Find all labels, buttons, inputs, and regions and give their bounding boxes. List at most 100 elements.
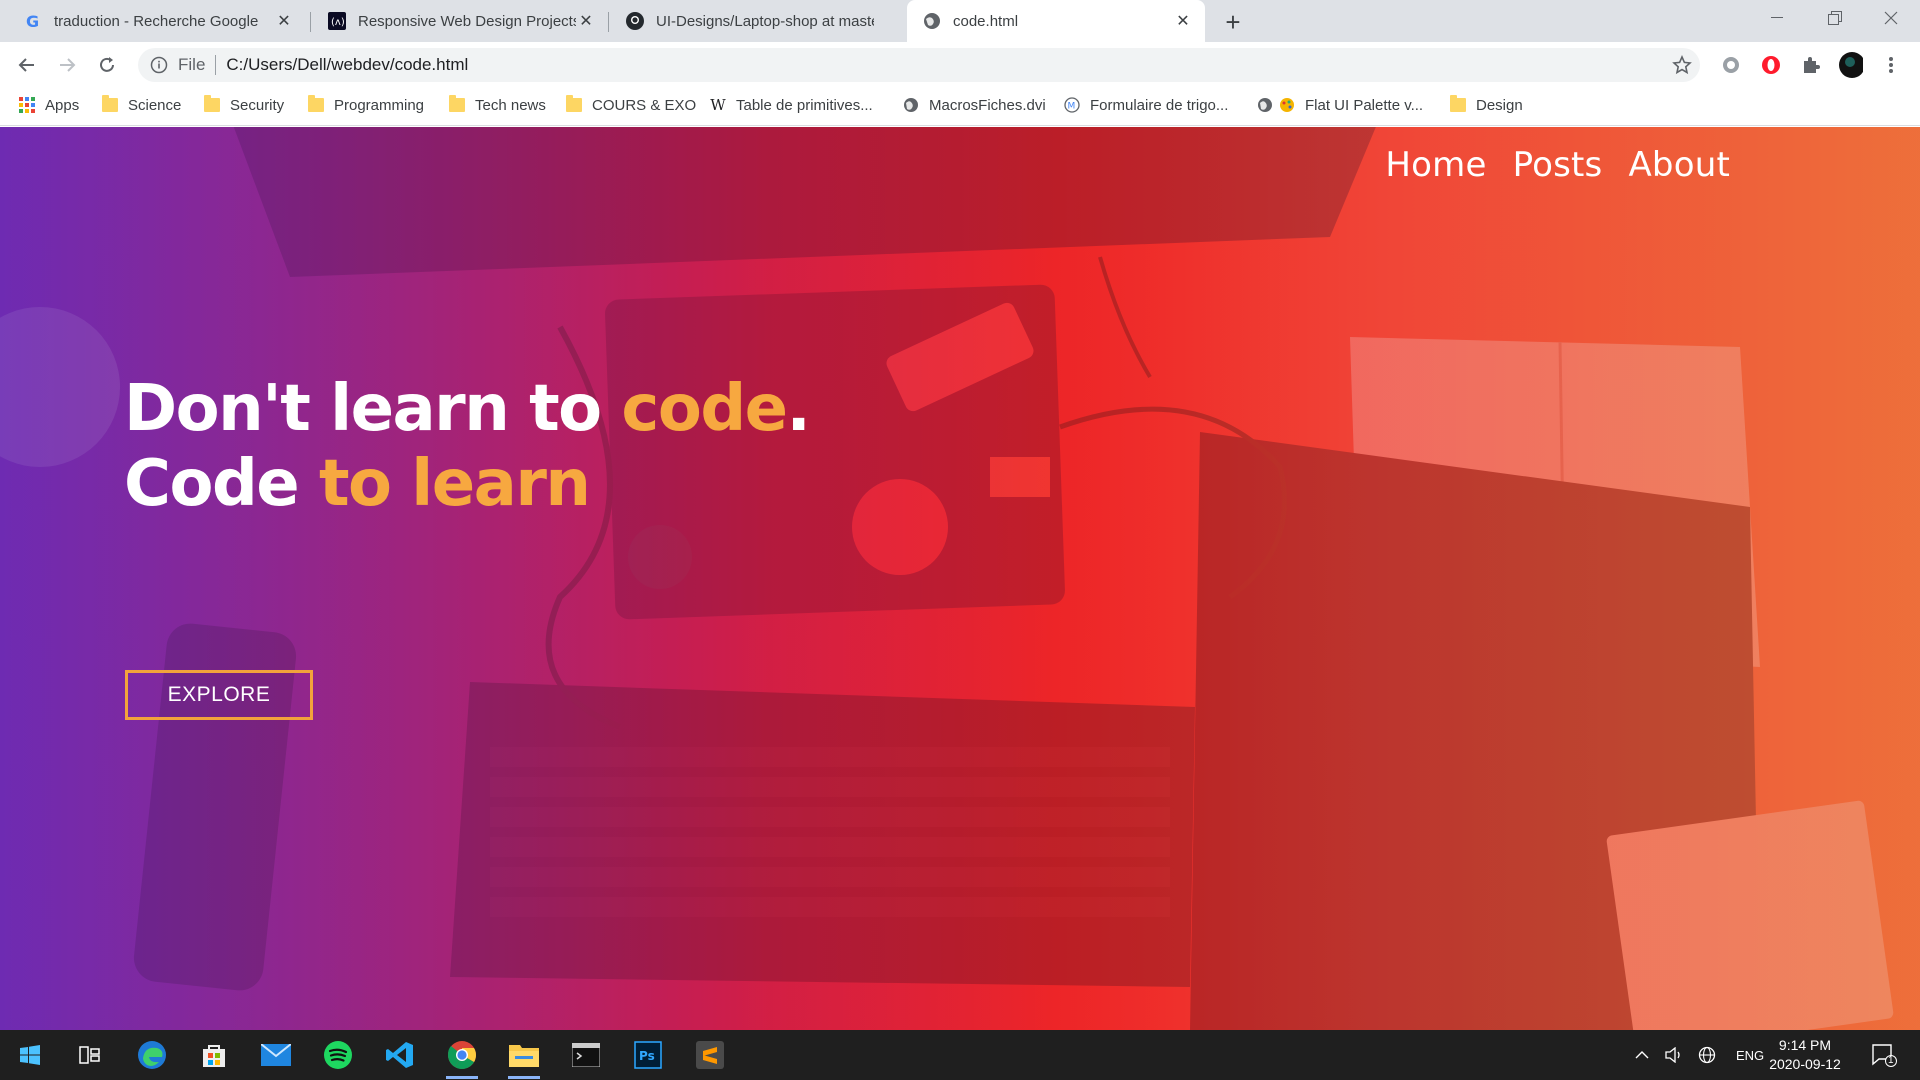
gradient-overlay: [0, 127, 1920, 1030]
tab-github[interactable]: UI-Designs/Laptop-shop at master: [610, 0, 906, 42]
clock-date: 2020-09-12: [1769, 1056, 1841, 1072]
tab-divider: [608, 12, 609, 32]
freecodecamp-icon: (ʌ): [328, 12, 346, 30]
site-nav: Home Posts About: [1385, 145, 1730, 185]
bookmark-formulaire-trigo[interactable]: M Formulaire de trigo...: [1064, 88, 1228, 122]
headline-accent: to learn: [318, 447, 591, 521]
address-bar[interactable]: File C:/Users/Dell/webdev/code.html: [138, 48, 1700, 82]
clock[interactable]: 9:14 PM 2020-09-12: [1760, 1036, 1850, 1074]
notification-count: 1: [1888, 1055, 1894, 1066]
globe-icon: [1257, 97, 1273, 113]
close-icon[interactable]: ✕: [1173, 11, 1193, 31]
reload-button[interactable]: [91, 49, 123, 81]
terminal-icon[interactable]: [562, 1035, 610, 1075]
back-button[interactable]: [11, 49, 43, 81]
restore-button[interactable]: [1806, 0, 1864, 36]
svg-text:Ps: Ps: [639, 1049, 655, 1063]
headline-line-1: Don't learn to code.: [124, 372, 811, 446]
svg-text:(ʌ): (ʌ): [331, 17, 345, 28]
url-separator: [215, 55, 217, 75]
clock-time: 9:14 PM: [1778, 1037, 1832, 1053]
nav-posts-link[interactable]: Posts: [1513, 145, 1603, 185]
tab-code-html[interactable]: code.html ✕: [907, 0, 1205, 42]
bookmarks-bar: Apps Science Security Programming Tech n…: [0, 88, 1920, 126]
tab-google[interactable]: G traduction - Recherche Google ✕: [8, 0, 306, 42]
tab-title: traduction - Recherche Google: [54, 12, 259, 30]
bookmark-table-primitives[interactable]: W Table de primitives...: [710, 88, 873, 122]
bookmark-apps[interactable]: Apps: [19, 88, 79, 122]
palette-icon: [1279, 97, 1295, 113]
bookmark-label: Programming: [334, 96, 425, 114]
windows-taskbar: Ps ENG 9:14 PM 2020-09-12 1: [0, 1030, 1920, 1080]
nav-home-link[interactable]: Home: [1385, 145, 1486, 185]
close-icon[interactable]: ✕: [274, 11, 294, 31]
bookmark-label: MacrosFiches.dvi: [929, 96, 1046, 114]
vscode-icon[interactable]: [376, 1035, 424, 1075]
folder-icon: [308, 95, 324, 113]
bookmark-label: Formulaire de trigo...: [1090, 96, 1229, 114]
bookmark-label: Apps: [45, 96, 80, 114]
chevron-up-icon[interactable]: [1630, 1050, 1654, 1060]
start-icon[interactable]: [6, 1035, 54, 1075]
file-explorer-icon[interactable]: [500, 1035, 548, 1079]
close-icon[interactable]: ✕: [576, 11, 596, 31]
close-window-button[interactable]: [1862, 0, 1920, 36]
svg-text:G: G: [26, 12, 39, 30]
extensions-puzzle-icon[interactable]: [1799, 53, 1823, 77]
nav-about-link[interactable]: About: [1628, 145, 1730, 185]
info-icon[interactable]: [150, 56, 168, 74]
bookmark-label: Table de primitives...: [736, 96, 873, 114]
chrome-icon[interactable]: [438, 1035, 486, 1079]
system-tray: ENG: [1630, 1030, 1764, 1080]
tab-divider: [310, 12, 311, 32]
folder-icon: [449, 95, 465, 113]
profile-avatar[interactable]: [1839, 52, 1863, 78]
extension-ring-icon[interactable]: [1719, 53, 1743, 77]
bookmark-star-icon[interactable]: [1670, 50, 1694, 80]
volume-icon[interactable]: [1660, 1047, 1690, 1063]
bookmark-cours-exo[interactable]: COURS & EXO: [566, 88, 696, 122]
bookmark-label: Science: [128, 96, 182, 114]
folder-icon: [204, 95, 220, 113]
tab-freecodecamp[interactable]: (ʌ) Responsive Web Design Projects ✕: [312, 0, 608, 42]
bookmark-security[interactable]: Security: [204, 88, 284, 122]
bookmark-tech-news[interactable]: Tech news: [449, 88, 546, 122]
sublime-icon[interactable]: [686, 1035, 734, 1075]
bookmark-design[interactable]: Design: [1450, 88, 1523, 122]
headline-text: .: [786, 372, 811, 446]
globe-icon: [923, 12, 941, 30]
url-scheme: File: [178, 55, 206, 74]
hero-section: Home Posts About Don't learn to code. Co…: [0, 127, 1920, 1030]
menu-kebab-icon[interactable]: [1879, 53, 1903, 77]
photoshop-icon[interactable]: Ps: [624, 1035, 672, 1075]
edge-icon[interactable]: [128, 1035, 176, 1075]
globe-icon: [903, 97, 919, 113]
bookmark-science[interactable]: Science: [102, 88, 181, 122]
tab-title: Responsive Web Design Projects: [358, 12, 576, 30]
tab-title: code.html: [953, 12, 1019, 30]
spotify-icon[interactable]: [314, 1035, 362, 1075]
tab-title: UI-Designs/Laptop-shop at master: [656, 12, 874, 30]
store-icon[interactable]: [190, 1035, 238, 1075]
headline-line-2: Code to learn: [124, 447, 591, 521]
bookmark-label: Tech news: [475, 96, 546, 114]
forward-button[interactable]: [51, 49, 83, 81]
google-icon: G: [24, 12, 42, 30]
bookmark-label: COURS & EXO: [592, 96, 697, 114]
minimize-button[interactable]: [1748, 0, 1806, 36]
bookmark-flat-ui-palette[interactable]: Flat UI Palette v...: [1257, 88, 1423, 122]
network-globe-icon[interactable]: [1692, 1046, 1722, 1064]
explore-button[interactable]: EXPLORE: [125, 670, 313, 720]
github-icon: [626, 12, 644, 30]
wikipedia-icon: W: [710, 96, 726, 114]
bookmark-programming[interactable]: Programming: [308, 88, 424, 122]
task-view-icon[interactable]: [66, 1035, 114, 1075]
new-tab-button[interactable]: +: [1219, 7, 1247, 37]
notification-center-icon[interactable]: 1: [1860, 1035, 1908, 1075]
mail-icon[interactable]: [252, 1035, 300, 1075]
close-icon[interactable]: [874, 11, 894, 31]
bookmark-macrosfiches[interactable]: MacrosFiches.dvi: [903, 88, 1046, 122]
opera-icon[interactable]: [1759, 53, 1783, 77]
apps-grid-icon: [19, 97, 35, 113]
headline-accent: code: [621, 372, 788, 446]
